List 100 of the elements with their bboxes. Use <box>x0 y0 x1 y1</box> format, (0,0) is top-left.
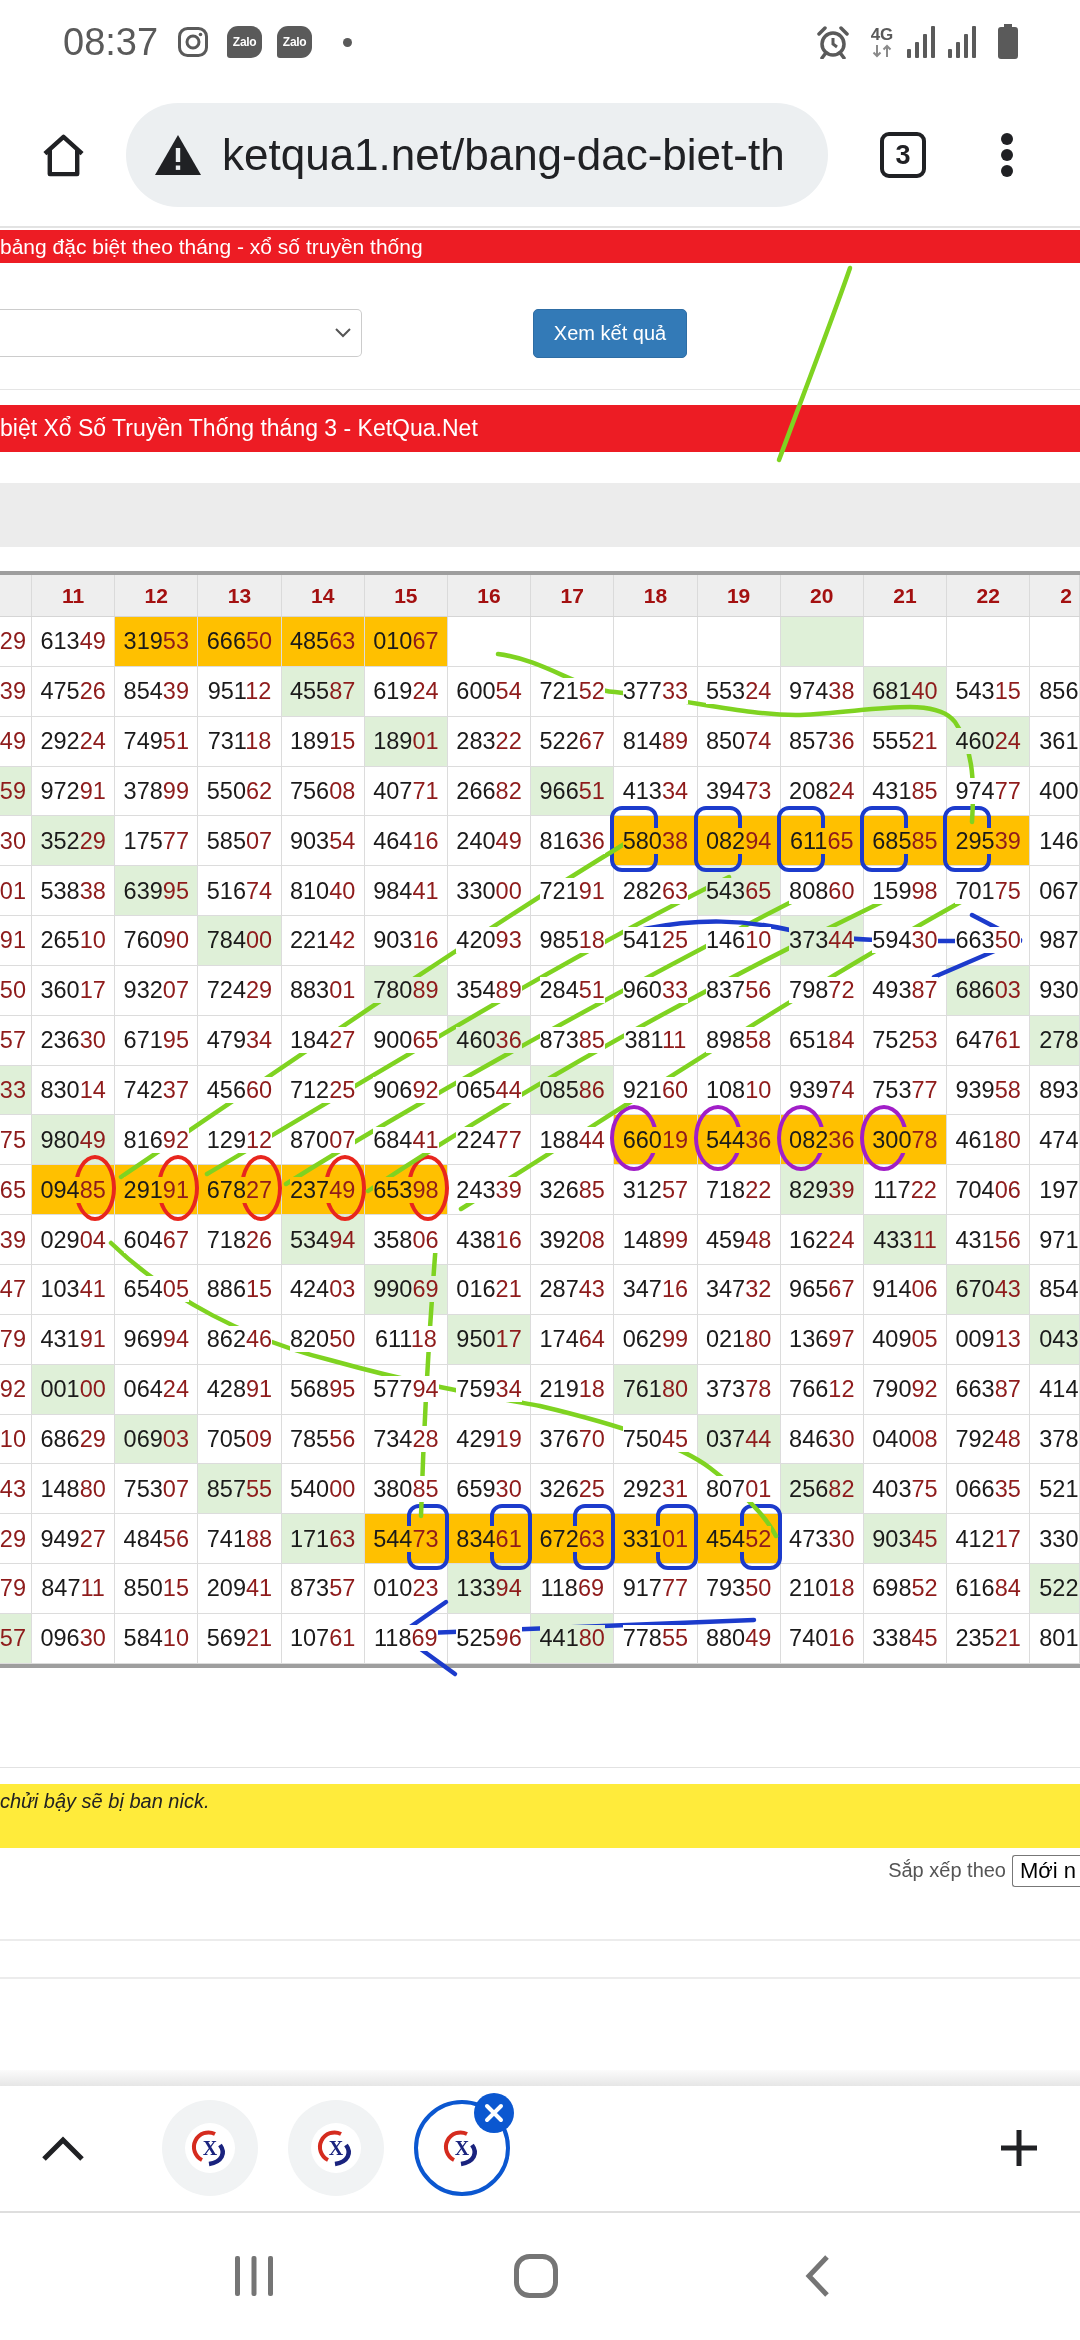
table-cell: 20941 <box>198 1564 282 1614</box>
table-cell: 54000 <box>281 1464 365 1515</box>
table-cell: 41217 <box>947 1514 1031 1565</box>
table-cell: 10810 <box>697 1065 781 1116</box>
alarm-icon <box>816 25 850 59</box>
table-cell: 85439 <box>115 666 199 717</box>
tab-count-button[interactable]: 3 <box>880 132 926 178</box>
table-cell: 33000 <box>447 866 532 917</box>
column-header: 17 <box>560 583 584 608</box>
table-cell: 48563 <box>281 617 365 667</box>
title-text: bảng đặc biệt theo tháng - xổ số truyền thống <box>0 234 423 259</box>
table-cell: 54365 <box>697 866 781 917</box>
table-cell: 88301 <box>281 965 365 1016</box>
table-cell: 43 <box>0 1464 32 1515</box>
tab-button[interactable]: X <box>162 2100 258 2197</box>
table-cell: 854 <box>1030 1264 1080 1315</box>
table-cell: 59430 <box>863 916 948 966</box>
warning-icon <box>154 134 202 176</box>
table-cell: 58038 <box>614 816 698 867</box>
table-cell: 06635 <box>947 1464 1031 1515</box>
table-cell: 39 <box>0 1215 32 1265</box>
table-cell: 29191 <box>115 1165 199 1216</box>
table-cell: 17464 <box>531 1314 615 1365</box>
url-field[interactable]: ketqua1.net/bang-dac-biet-th <box>126 103 828 207</box>
table-cell: 971 <box>1030 1215 1080 1265</box>
table-cell: 66387 <box>947 1364 1031 1415</box>
table-cell: 33101 <box>614 1514 698 1565</box>
table-cell: 78089 <box>364 965 448 1016</box>
table-cell: 01621 <box>447 1264 532 1315</box>
table-cell: 10341 <box>32 1264 116 1315</box>
table-cell: 80701 <box>697 1464 781 1515</box>
plus-icon[interactable] <box>1000 2129 1038 2168</box>
table-cell: 13697 <box>780 1314 864 1365</box>
submit-button[interactable]: Xem kết quả <box>533 309 687 358</box>
table-cell: 91406 <box>863 1264 948 1315</box>
table-cell: 68603 <box>947 965 1031 1016</box>
url-text: ketqua1.net/bang-dac-biet-th <box>222 130 785 180</box>
table-cell: 12912 <box>198 1115 282 1166</box>
table-cell: 521 <box>1030 1464 1080 1515</box>
select-field[interactable] <box>0 309 362 357</box>
menu-icon[interactable] <box>1000 133 1014 177</box>
square-icon[interactable] <box>514 2253 558 2298</box>
table-cell: 04008 <box>863 1414 948 1465</box>
status-time: 08:37 <box>63 20 159 64</box>
table-cell: 96567 <box>780 1264 864 1315</box>
signal-icon <box>906 25 936 59</box>
table-cell: 46416 <box>364 816 448 867</box>
sort-label: Sắp xếp theo <box>888 1859 1006 1883</box>
table-cell: 70175 <box>947 866 1031 917</box>
table-cell: 72191 <box>531 866 615 917</box>
table-cell: 79248 <box>947 1414 1031 1465</box>
table-cell: 61924 <box>364 666 448 717</box>
table-cell: 21018 <box>780 1564 864 1614</box>
table-cell: 02180 <box>697 1314 781 1365</box>
column-header: 21 <box>893 583 917 608</box>
table-cell: 08586 <box>531 1065 615 1116</box>
table-cell: 29 <box>0 617 32 667</box>
tab-button[interactable]: X <box>288 2100 384 2197</box>
table-cell: 96651 <box>531 766 615 817</box>
table-cell: 58507 <box>198 816 282 867</box>
three-bars-icon[interactable] <box>235 2255 273 2296</box>
table-cell: 40771 <box>364 766 448 817</box>
table-cell: 90354 <box>281 816 365 867</box>
close-icon[interactable] <box>474 2093 514 2134</box>
table-cell: 42403 <box>281 1264 365 1315</box>
table-cell: 79 <box>0 1314 32 1365</box>
table-cell: 17163 <box>281 1514 365 1565</box>
table-cell: 65398 <box>364 1165 448 1216</box>
chevron-left-icon[interactable] <box>805 2253 831 2298</box>
table-cell: 84711 <box>32 1564 116 1614</box>
table-cell: 522 <box>1030 1564 1080 1614</box>
table-cell: 70406 <box>947 1165 1031 1216</box>
table-cell: 61684 <box>947 1564 1031 1614</box>
table-cell: 46180 <box>947 1115 1031 1166</box>
table-cell: 53838 <box>32 866 116 917</box>
table-cell: 10 <box>0 1414 32 1465</box>
table-cell: 01023 <box>364 1564 448 1614</box>
table-cell: 81692 <box>115 1115 199 1166</box>
table-cell: 38111 <box>614 1015 698 1066</box>
table-cell: 278 <box>1030 1015 1080 1066</box>
column-header: 20 <box>810 583 834 608</box>
sort-select[interactable]: Mới n <box>1012 1854 1080 1887</box>
table-cell: 96994 <box>115 1314 199 1365</box>
table-cell: 66019 <box>614 1115 698 1166</box>
table-cell: 99069 <box>364 1264 448 1315</box>
table-cell: 98441 <box>364 866 448 917</box>
table-cell: 22142 <box>281 916 365 966</box>
column-header: 16 <box>477 583 501 608</box>
table-cell: 47330 <box>780 1514 864 1565</box>
column-header: 14 <box>310 583 335 608</box>
chevron-up-icon[interactable] <box>40 2134 86 2163</box>
table-cell: 98518 <box>531 916 615 966</box>
table-cell: 88615 <box>198 1264 282 1315</box>
table-cell: 49 <box>0 716 32 767</box>
table-cell: 90345 <box>863 1514 948 1565</box>
table-cell: 73118 <box>198 716 282 767</box>
table-cell: 39473 <box>697 766 781 817</box>
table-cell: 45948 <box>697 1215 781 1265</box>
table-cell: 73428 <box>364 1414 448 1465</box>
table-cell: 42919 <box>447 1414 532 1465</box>
